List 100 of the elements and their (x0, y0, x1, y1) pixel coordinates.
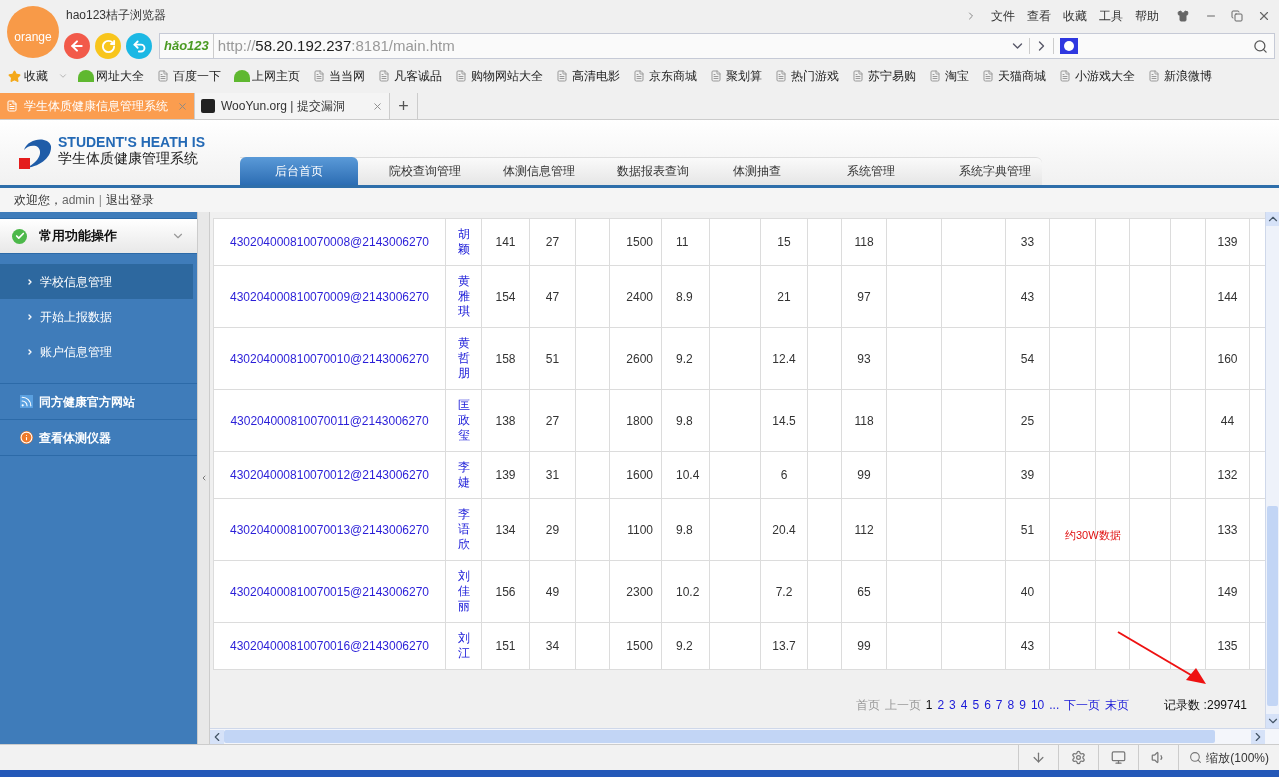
page-link[interactable]: 5 (972, 696, 980, 714)
screen-icon[interactable] (1111, 750, 1127, 765)
horizontal-scrollbar[interactable] (210, 728, 1279, 744)
download-icon[interactable] (1031, 750, 1047, 765)
browser-tab[interactable]: WooYun.org | 提交漏洞 (195, 93, 390, 119)
sidebar-group-header[interactable]: 常用功能操作 (0, 218, 197, 254)
close-icon[interactable] (372, 100, 383, 112)
page-link[interactable]: ... (1049, 696, 1060, 714)
table-cell: 2300 (626, 584, 653, 599)
page-link[interactable]: 6 (984, 696, 991, 714)
bullet-icon (26, 347, 34, 356)
bullet-icon (26, 312, 34, 321)
search-engine-icon[interactable] (1060, 38, 1078, 54)
bookmark-link[interactable]: 网址大全 (96, 67, 144, 85)
table-cell: 27 (545, 413, 560, 428)
page-icon (6, 99, 18, 113)
table-cell: 118 (854, 235, 874, 249)
table-cell: 51 (545, 351, 560, 366)
site-badge: hǎo123 (160, 34, 214, 58)
table-cell: 144 (1217, 289, 1238, 304)
page-link[interactable]: 下一页 (1064, 696, 1101, 714)
table-cell: 135 (1217, 639, 1238, 653)
page-icon (313, 69, 325, 83)
table-cell: 160 (1217, 351, 1238, 366)
page-link[interactable]: 10 (1030, 696, 1045, 714)
page-link[interactable]: 8 (1007, 696, 1015, 714)
restore-icon[interactable] (1231, 10, 1243, 22)
table-cell: 65 (857, 584, 871, 599)
table-cell: 51 (1020, 522, 1035, 537)
table-cell: 10.2 (676, 584, 700, 599)
scroll-up-icon[interactable] (1266, 212, 1279, 226)
bookmark-link[interactable]: 天猫商城 (998, 67, 1046, 85)
nav-tab[interactable]: 后台首页 (240, 157, 358, 185)
nav-tab[interactable]: 院校查询管理 (358, 157, 472, 185)
nav-tab[interactable]: 体测抽查 (700, 157, 814, 185)
undo-icon (131, 38, 147, 54)
sidebar-item[interactable]: 学校信息管理 (0, 264, 193, 299)
check-icon (12, 228, 27, 244)
sidebar-link[interactable]: 同方健康官方网站 (0, 384, 197, 420)
bookmark-link[interactable]: 高清电影 (572, 67, 620, 85)
menu-item[interactable]: 文件 (991, 7, 1015, 25)
menu-item[interactable]: 帮助 (1135, 7, 1159, 25)
bookmark-link[interactable]: 热门游戏 (791, 67, 839, 85)
bookmark-link[interactable]: 当当网 (329, 67, 365, 85)
page-link[interactable]: 4 (960, 696, 968, 714)
address-bar[interactable]: hǎo123 http://58.20.192.237:8181/main.htm (159, 33, 1275, 59)
bookmark-link[interactable]: 凡客诚品 (394, 67, 442, 85)
page-icon (556, 69, 568, 83)
back-button[interactable] (64, 33, 90, 59)
nav-tab[interactable]: 数据报表查询 (586, 157, 700, 185)
search-icon[interactable] (1253, 38, 1268, 54)
table-cell: 93 (857, 351, 871, 366)
bookmark-link[interactable]: 新浪微博 (1164, 67, 1212, 85)
bookmark-link[interactable]: 淘宝 (945, 67, 969, 85)
page-link[interactable]: 末页 (1105, 696, 1130, 714)
page-icon (633, 69, 645, 83)
nav-tab[interactable]: 体测信息管理 (472, 157, 586, 185)
table-cell: 1600 (626, 468, 653, 482)
page-icon (775, 69, 787, 83)
page-icon (157, 69, 169, 83)
bookmark-link[interactable]: 购物网站大全 (471, 67, 543, 85)
bookmark-link[interactable]: 京东商城 (649, 67, 697, 85)
new-tab-button[interactable]: + (390, 93, 418, 119)
scroll-left-icon[interactable] (210, 729, 224, 744)
separator: | (98, 192, 102, 209)
favorites-menu[interactable]: 收藏 (24, 67, 48, 85)
page-link[interactable]: 2 (937, 696, 945, 714)
scroll-down-icon[interactable] (1266, 714, 1279, 728)
table-cell: 141 (495, 235, 516, 249)
close-icon[interactable] (1257, 9, 1271, 23)
sidebar-item[interactable]: 账户信息管理 (0, 334, 193, 369)
bookmark-link[interactable]: 上网主页 (252, 67, 300, 85)
vertical-scrollbar[interactable] (1265, 212, 1279, 728)
settings-icon[interactable] (1071, 750, 1087, 765)
table-cell: 34 (545, 639, 560, 653)
skin-icon[interactable] (1177, 10, 1189, 22)
page-link[interactable]: 7 (995, 696, 1003, 714)
bookmark-link[interactable]: 小游戏大全 (1075, 67, 1135, 85)
browser-logo: orange (7, 6, 59, 58)
table-cell: 11 (676, 235, 689, 249)
nav-tab[interactable]: 系统字典管理 (928, 157, 1042, 185)
bookmark-link[interactable]: 苏宁易购 (868, 67, 916, 85)
logout-link[interactable]: 退出登录 (105, 191, 154, 209)
refresh-icon (100, 38, 116, 54)
browser-title: hao123桔子浏览器 (66, 7, 167, 24)
table-cell: 154 (495, 289, 516, 304)
sidebar-item[interactable]: 开始上报数据 (0, 299, 193, 334)
menu-item[interactable]: 查看 (1027, 7, 1051, 25)
menu-item[interactable]: 收藏 (1063, 7, 1087, 25)
page-link[interactable]: 9 (1019, 696, 1026, 714)
bookmark-link[interactable]: 聚划算 (726, 67, 762, 85)
menu-item[interactable]: 工具 (1099, 7, 1123, 25)
nav-tab[interactable]: 系统管理 (814, 157, 928, 185)
scroll-right-icon[interactable] (1251, 729, 1265, 744)
undo-button[interactable] (126, 33, 152, 59)
zoom-level[interactable]: 缩放(100%) (1206, 748, 1269, 767)
bookmark-link[interactable]: 百度一下 (173, 67, 221, 85)
leaf-icon (234, 70, 250, 82)
page-link[interactable]: 3 (949, 696, 956, 714)
page-icon (1059, 69, 1071, 83)
